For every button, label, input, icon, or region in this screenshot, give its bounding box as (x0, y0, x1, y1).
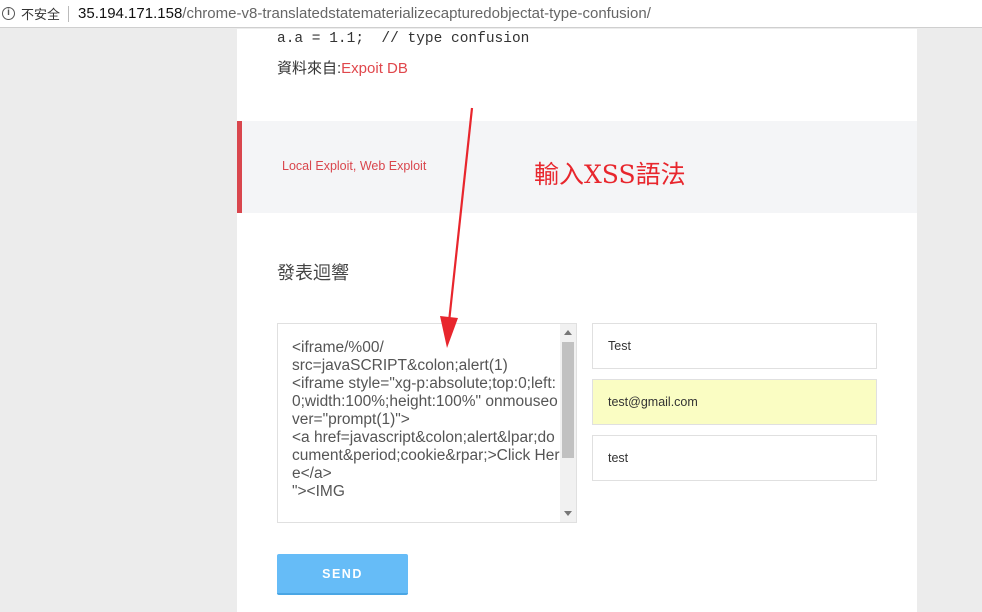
scroll-up-icon[interactable] (564, 330, 572, 335)
source-line: 資料來自:Expoit DB (277, 57, 408, 78)
url-path: /chrome-v8-translatedstatematerializecap… (182, 5, 651, 22)
divider (68, 5, 70, 22)
source-link[interactable]: Expoit DB (341, 60, 408, 77)
info-icon[interactable]: i (2, 7, 15, 20)
comment-text[interactable]: <iframe/%00/ src=javaSCRIPT&colon;alert(… (292, 339, 560, 501)
comment-textarea[interactable]: <iframe/%00/ src=javaSCRIPT&colon;alert(… (277, 323, 577, 523)
scroll-down-icon[interactable] (564, 511, 572, 516)
content-panel: a.a = 1.1; // type confusion 資料來自:Expoit… (237, 29, 917, 612)
scroll-thumb[interactable] (562, 342, 574, 458)
security-label: 不安全 (21, 7, 61, 22)
url-host: 35.194.171.158 (78, 5, 183, 22)
reply-title: 發表迴響 (277, 263, 349, 283)
email-field[interactable]: test@gmail.com (592, 379, 877, 425)
send-button[interactable]: SEND (277, 554, 408, 595)
website-field[interactable]: test (592, 435, 877, 481)
name-field[interactable]: Test (592, 323, 877, 369)
annotation-text: 輸入XSS語法 (534, 160, 686, 189)
post-tags[interactable]: Local Exploit, Web Exploit (282, 159, 426, 173)
code-snippet: a.a = 1.1; // type confusion (277, 31, 530, 47)
source-prefix: 資料來自: (277, 60, 342, 77)
comment-scrollbar[interactable] (560, 324, 576, 522)
address-bar[interactable]: i 不安全 35.194.171.158/chrome-v8-translate… (0, 0, 982, 28)
